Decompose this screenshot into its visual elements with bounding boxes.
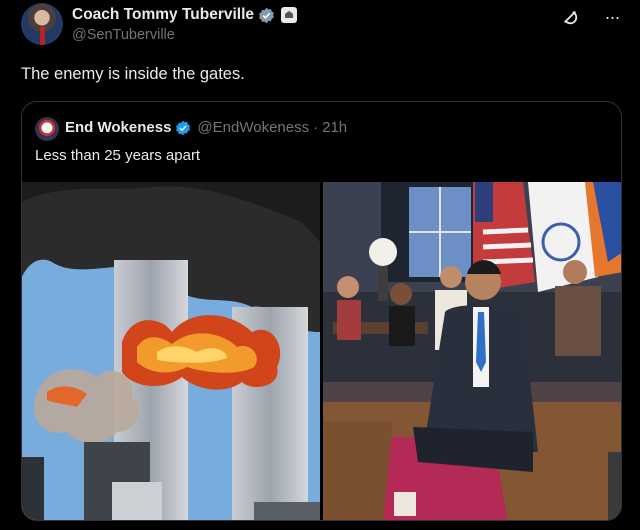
quoted-separator: · xyxy=(313,119,319,136)
author-handle[interactable]: @SenTuberville xyxy=(72,27,175,43)
indoor-gathering-illustration xyxy=(323,182,621,520)
photo-burning-towers[interactable] xyxy=(22,182,320,520)
header-actions: ··· xyxy=(560,7,622,27)
author-name-row: Coach Tommy Tuberville xyxy=(72,5,298,25)
quoted-handle[interactable]: @EndWokeness xyxy=(197,119,309,136)
quoted-post-text: Less than 25 years apart xyxy=(35,147,201,164)
avatar-detail xyxy=(40,27,45,45)
quoted-display-name[interactable]: End Wokeness xyxy=(65,119,171,136)
verified-badge-icon[interactable] xyxy=(175,120,191,136)
author-avatar[interactable] xyxy=(21,3,63,45)
quoted-post-header: End Wokeness @EndWokeness · 21h xyxy=(65,119,347,136)
more-options-label: ··· xyxy=(604,6,621,27)
grok-icon-glyph xyxy=(563,10,578,25)
quoted-post-card[interactable]: End Wokeness @EndWokeness · 21h Less tha… xyxy=(21,101,622,521)
quoted-author-avatar[interactable] xyxy=(35,117,59,141)
quoted-media-grid xyxy=(22,182,621,520)
more-options-icon[interactable]: ··· xyxy=(602,7,622,27)
post-text: The enemy is inside the gates. xyxy=(21,65,245,83)
quoted-timestamp[interactable]: 21h xyxy=(322,119,347,136)
grok-icon[interactable] xyxy=(560,7,580,27)
burning-towers-illustration xyxy=(22,182,320,520)
author-display-name[interactable]: Coach Tommy Tuberville xyxy=(72,6,254,24)
photo-indoor-gathering[interactable] xyxy=(323,182,621,520)
verified-badge-icon[interactable] xyxy=(258,7,275,24)
government-badge-icon[interactable] xyxy=(281,7,298,23)
